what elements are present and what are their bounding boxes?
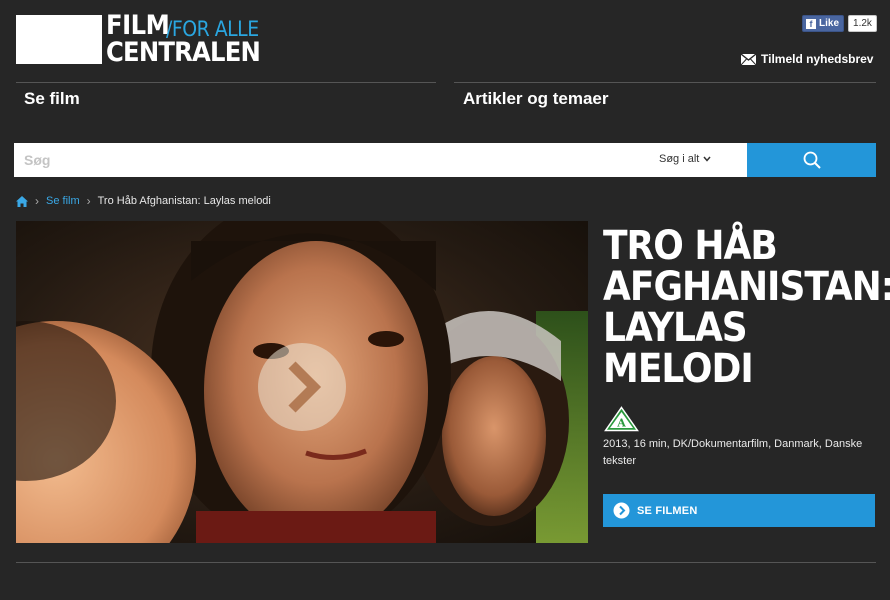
newsletter-label: Tilmeld nyhedsbrev <box>761 52 874 66</box>
logo-text-film[interactable]: FILM <box>106 12 170 39</box>
chevron-down-icon <box>703 156 711 162</box>
film-metadata: 2013, 16 min, DK/Dokumentarfilm, Danmark… <box>603 438 863 467</box>
search-bar: Søg i alt <box>14 143 747 177</box>
breadcrumb: › Se film › Tro Håb Afghanistan: Laylas … <box>16 194 271 208</box>
logo-mark[interactable] <box>16 15 102 64</box>
search-input[interactable] <box>14 143 634 177</box>
age-rating-badge: A <box>604 406 639 432</box>
nav-item-se-film[interactable]: Se film <box>24 89 80 109</box>
search-scope-select[interactable]: Søg i alt <box>659 153 711 165</box>
breadcrumb-separator: › <box>86 194 91 208</box>
search-scope-label: Søg i alt <box>659 153 700 165</box>
logo-text-centralen[interactable]: CENTRALEN <box>106 39 261 66</box>
breadcrumb-current: Tro Håb Afghanistan: Laylas melodi <box>97 195 271 207</box>
film-title: TRO HÅB AFGHANISTAN: LAYLAS MELODI <box>603 223 890 392</box>
breadcrumb-link-se-film[interactable]: Se film <box>46 195 80 207</box>
facebook-icon: f <box>806 18 816 29</box>
search-button[interactable] <box>747 143 876 177</box>
newsletter-link[interactable]: Tilmeld nyhedsbrev <box>741 52 873 66</box>
nav-divider-left <box>16 82 436 83</box>
search-icon <box>803 151 821 169</box>
facebook-like-widget[interactable]: f Like 1.2k <box>802 15 877 32</box>
facebook-like-label: Like <box>819 18 840 29</box>
chevron-circle-icon <box>613 502 630 519</box>
film-still-image[interactable] <box>16 221 588 543</box>
chevron-right-icon <box>288 361 322 413</box>
se-filmen-label: SE FILMEN <box>637 504 698 517</box>
play-button[interactable] <box>258 343 346 431</box>
facebook-like-count: 1.2k <box>848 15 877 32</box>
rating-triangle-icon: A <box>604 406 639 432</box>
home-icon[interactable] <box>16 195 28 207</box>
nav-item-artikler[interactable]: Artikler og temaer <box>463 89 609 109</box>
nav-divider-right <box>454 82 876 83</box>
rating-letter: A <box>616 417 626 430</box>
facebook-like-button[interactable]: f Like <box>802 15 845 32</box>
mail-icon <box>741 53 756 65</box>
content-divider <box>16 562 876 563</box>
se-filmen-button[interactable]: SE FILMEN <box>603 494 875 527</box>
breadcrumb-separator: › <box>35 194 39 208</box>
